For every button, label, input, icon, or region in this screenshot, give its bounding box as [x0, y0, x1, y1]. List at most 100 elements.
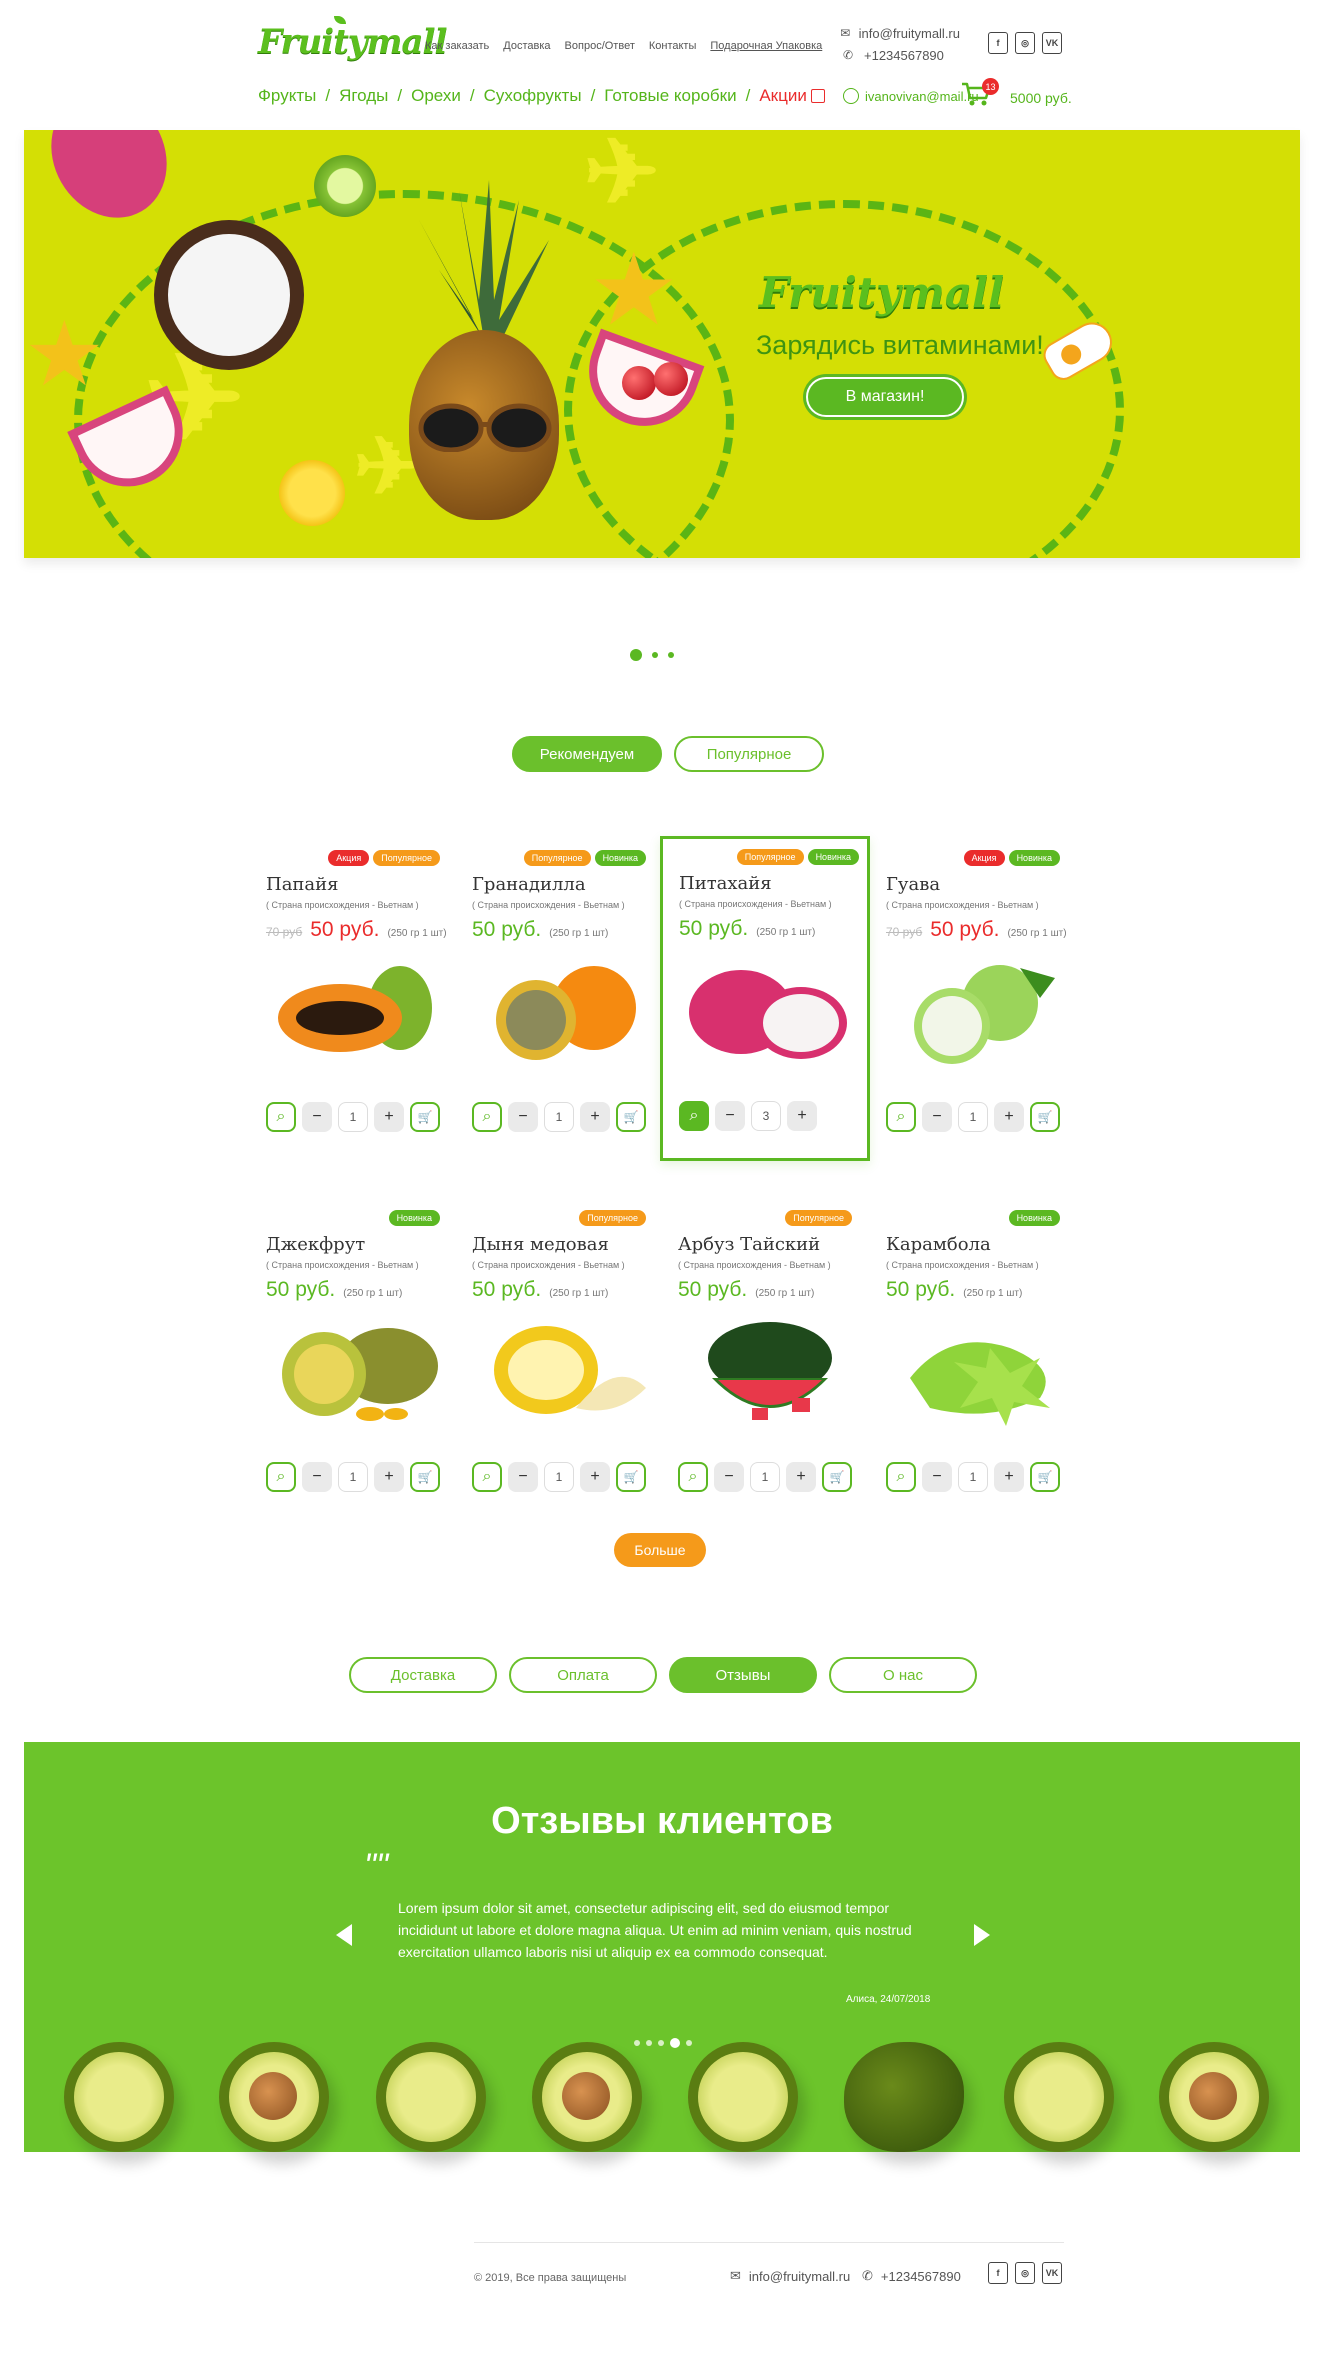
quantity-field[interactable]: 1 [958, 1102, 988, 1132]
add-to-cart-icon[interactable]: 🛒 [410, 1462, 440, 1492]
product-name[interactable]: Дыня медовая [472, 1234, 609, 1255]
category-nuts[interactable]: Орехи [411, 86, 461, 106]
product-card-granadilla[interactable]: Популярное Новинка Гранадилла ( Страна п… [464, 840, 654, 1162]
product-name[interactable]: Питахайя [679, 873, 772, 894]
product-card-jackfruit[interactable]: Новинка Джекфрут ( Страна происхождения … [258, 1200, 448, 1522]
category-dried-fruits[interactable]: Сухофрукты [484, 86, 582, 106]
add-to-cart-icon[interactable]: 🛒 [616, 1462, 646, 1492]
site-logo[interactable]: Fruitymall [258, 16, 447, 70]
user-account[interactable]: ivanovivan@mail.ru [843, 88, 979, 104]
quantity-field[interactable]: 1 [544, 1462, 574, 1492]
facebook-icon[interactable]: f [988, 32, 1008, 54]
decrease-quantity-button[interactable]: − [922, 1102, 952, 1132]
zoom-icon[interactable]: ⌕ [472, 1102, 502, 1132]
product-name[interactable]: Гранадилла [472, 874, 586, 895]
quantity-field[interactable]: 1 [338, 1102, 368, 1132]
product-name[interactable]: Карамбола [886, 1234, 991, 1255]
increase-quantity-button[interactable]: + [994, 1102, 1024, 1132]
category-sale[interactable]: Акции [759, 86, 825, 106]
zoom-icon[interactable]: ⌕ [678, 1462, 708, 1492]
hero-logo: Fruitymall [759, 268, 1005, 317]
category-ready-boxes[interactable]: Готовые коробки [604, 86, 736, 106]
go-to-shop-button[interactable]: В магазин! [806, 377, 964, 417]
facebook-icon[interactable]: f [988, 2262, 1008, 2284]
new-badge: Новинка [807, 849, 859, 865]
tab-delivery[interactable]: Доставка [349, 1657, 497, 1693]
starfruit-image: ★ [24, 305, 105, 405]
product-old-price: 70 руб [266, 925, 303, 939]
add-to-cart-icon[interactable]: 🛒 [410, 1102, 440, 1132]
instagram-icon[interactable]: ◎ [1015, 2262, 1035, 2284]
increase-quantity-button[interactable]: + [786, 1462, 816, 1492]
slider-dot[interactable] [630, 649, 642, 661]
zoom-icon[interactable]: ⌕ [266, 1102, 296, 1132]
quantity-field[interactable]: 1 [958, 1462, 988, 1492]
nav-gift-wrapping[interactable]: Подарочная Упаковка [710, 40, 822, 52]
add-to-cart-icon[interactable]: 🛒 [822, 1462, 852, 1492]
instagram-icon[interactable]: ◎ [1015, 32, 1035, 54]
nav-contacts[interactable]: Контакты [649, 40, 697, 52]
zoom-icon[interactable]: ⌕ [679, 1101, 709, 1131]
tab-recommended[interactable]: Рекомендуем [512, 736, 662, 772]
arrow-right-icon[interactable] [974, 1924, 990, 1946]
product-card-honey-melon[interactable]: Популярное Дыня медовая ( Страна происхо… [464, 1200, 654, 1522]
category-fruits[interactable]: Фрукты [258, 86, 316, 106]
vk-icon[interactable]: VK [1042, 32, 1062, 54]
footer-phone[interactable]: ✆ +1234567890 [862, 2268, 961, 2284]
add-to-cart-icon[interactable]: 🛒 [616, 1102, 646, 1132]
nav-how-to-order[interactable]: Как заказать [425, 40, 489, 52]
product-card-carambola[interactable]: Новинка Карамбола ( Страна происхождения… [878, 1200, 1068, 1522]
product-name[interactable]: Арбуз Тайский [678, 1234, 820, 1255]
quantity-field[interactable]: 1 [750, 1462, 780, 1492]
decrease-quantity-button[interactable]: − [508, 1102, 538, 1132]
tab-reviews[interactable]: Отзывы [669, 1657, 817, 1693]
decrease-quantity-button[interactable]: − [922, 1462, 952, 1492]
zoom-icon[interactable]: ⌕ [886, 1102, 916, 1132]
add-to-cart-icon[interactable]: 🛒 [1030, 1102, 1060, 1132]
product-card-thai-watermelon[interactable]: Популярное Арбуз Тайский ( Страна происх… [670, 1200, 860, 1522]
slider-dot[interactable] [668, 652, 674, 658]
product-actions: ⌕ − 1 + 🛒 [266, 1462, 440, 1492]
increase-quantity-button[interactable]: + [787, 1101, 817, 1131]
product-name[interactable]: Гуава [886, 874, 940, 895]
header-email[interactable]: ✉ info@fruitymall.ru [840, 22, 960, 44]
load-more-button[interactable]: Больше [614, 1533, 706, 1567]
quantity-field[interactable]: 3 [751, 1101, 781, 1131]
decrease-quantity-button[interactable]: − [302, 1462, 332, 1492]
nav-faq[interactable]: Вопрос/Ответ [565, 40, 635, 52]
tab-popular[interactable]: Популярное [674, 736, 824, 772]
product-name[interactable]: Джекфрут [266, 1234, 365, 1255]
product-card-guava[interactable]: Акция Новинка Гуава ( Страна происхожден… [878, 840, 1068, 1162]
decrease-quantity-button[interactable]: − [508, 1462, 538, 1492]
increase-quantity-button[interactable]: + [580, 1462, 610, 1492]
vk-icon[interactable]: VK [1042, 2262, 1062, 2284]
increase-quantity-button[interactable]: + [374, 1462, 404, 1492]
product-card-pitahaya[interactable]: Популярное Новинка Питахайя ( Страна про… [660, 836, 870, 1161]
footer-email[interactable]: ✉ info@fruitymall.ru [730, 2268, 850, 2284]
slider-dot[interactable] [652, 652, 658, 658]
zoom-icon[interactable]: ⌕ [886, 1462, 916, 1492]
cart-button[interactable]: 13 [960, 78, 999, 110]
product-price-row: 50 руб. (250 гр 1 шт) [266, 1278, 402, 1302]
quantity-field[interactable]: 1 [544, 1102, 574, 1132]
zoom-icon[interactable]: ⌕ [472, 1462, 502, 1492]
tab-payment[interactable]: Оплата [509, 1657, 657, 1693]
product-card-papaya[interactable]: Акция Популярное Папайя ( Страна происхо… [258, 840, 448, 1162]
product-old-price: 70 руб [886, 925, 923, 939]
nav-delivery[interactable]: Доставка [503, 40, 550, 52]
zoom-icon[interactable]: ⌕ [266, 1462, 296, 1492]
quantity-field[interactable]: 1 [338, 1462, 368, 1492]
increase-quantity-button[interactable]: + [374, 1102, 404, 1132]
arrow-left-icon[interactable] [336, 1924, 352, 1946]
decrease-quantity-button[interactable]: − [714, 1462, 744, 1492]
tab-about[interactable]: О нас [829, 1657, 977, 1693]
add-to-cart-icon[interactable]: 🛒 [1030, 1462, 1060, 1492]
header-phone[interactable]: ✆ +1234567890 [840, 44, 960, 66]
reviews-title: Отзывы клиентов [491, 1800, 833, 1842]
increase-quantity-button[interactable]: + [994, 1462, 1024, 1492]
decrease-quantity-button[interactable]: − [302, 1102, 332, 1132]
increase-quantity-button[interactable]: + [580, 1102, 610, 1132]
category-berries[interactable]: Ягоды [339, 86, 388, 106]
product-name[interactable]: Папайя [266, 874, 339, 895]
decrease-quantity-button[interactable]: − [715, 1101, 745, 1131]
